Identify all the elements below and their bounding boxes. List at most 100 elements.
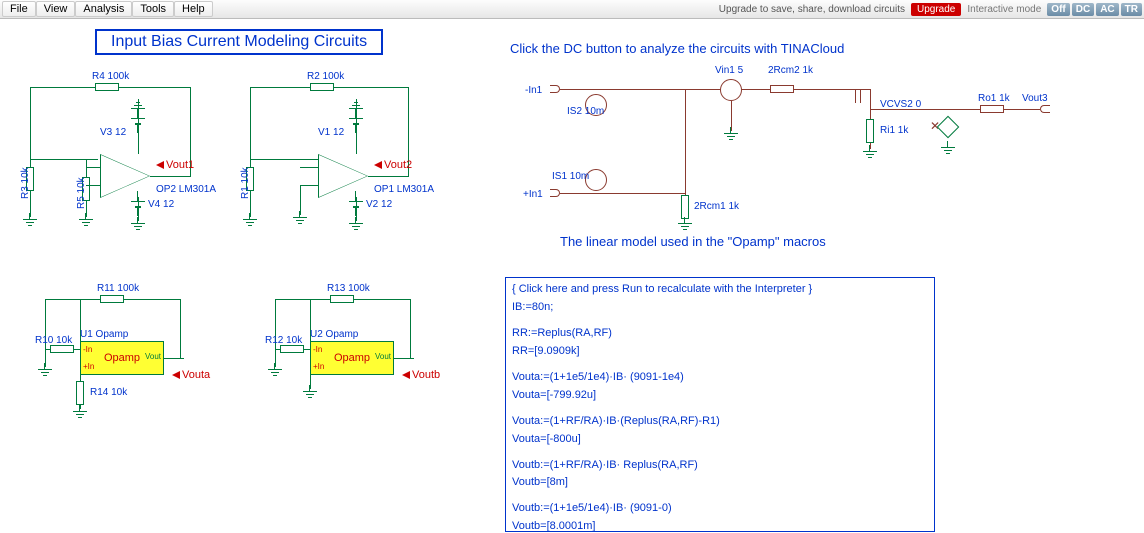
menu-file[interactable]: File — [2, 1, 36, 17]
label-in-pos: +In1 — [523, 189, 543, 200]
probe-vouta[interactable]: Vouta — [172, 369, 210, 381]
resistor-r10[interactable] — [50, 345, 74, 353]
schematic-canvas[interactable]: Input Bias Current Modeling Circuits Cli… — [0, 19, 1144, 533]
label-vout3: Vout3 — [1022, 93, 1048, 104]
mode-tr-button[interactable]: TR — [1121, 3, 1142, 16]
ground-icon — [23, 219, 37, 229]
label-ri1: Ri1 1k — [880, 125, 908, 136]
ground-icon — [268, 369, 282, 379]
label-r4: R4 100k — [92, 71, 129, 82]
label-r12: R12 10k — [265, 335, 302, 346]
menu-help[interactable]: Help — [174, 1, 213, 17]
interactive-mode-label: Interactive mode — [967, 4, 1041, 15]
ground-icon — [349, 99, 363, 109]
resistor-2rcm1[interactable] — [681, 195, 689, 219]
resistor-r12[interactable] — [280, 345, 304, 353]
label-2rcm2: 2Rcm2 1k — [768, 65, 813, 76]
port-in-neg[interactable] — [550, 85, 560, 93]
label-is2: IS2 10m — [567, 106, 604, 117]
label-r11: R11 100k — [97, 283, 139, 294]
resistor-2rcm2[interactable] — [770, 85, 794, 93]
subtitle-dc: Click the DC button to analyze the circu… — [510, 41, 844, 56]
label-op2: OP2 LM301A — [156, 184, 216, 195]
interp-line: Vouta:=(1+RF/RA)·IB·(Replus(RA,RF)-R1) — [512, 414, 928, 430]
interp-line: Vouta=[-799.92u] — [512, 388, 928, 404]
label-op1: OP1 LM301A — [374, 184, 434, 195]
interp-line: Voutb=[8.0001m] — [512, 519, 928, 532]
opamp-op2[interactable] — [100, 154, 150, 198]
resistor-ri1[interactable] — [866, 119, 874, 143]
ground-icon — [349, 223, 363, 233]
mode-off-button[interactable]: Off — [1047, 3, 1069, 16]
ground-icon — [131, 223, 145, 233]
label-v4: V4 12 — [148, 199, 174, 210]
vcvs-diamond[interactable] — [937, 116, 960, 139]
pin-vout: Vout — [375, 352, 391, 361]
label-u1: U1 Opamp — [80, 329, 128, 340]
resistor-r14[interactable] — [76, 381, 84, 405]
mode-ac-button[interactable]: AC — [1096, 3, 1118, 16]
macro-u1-opamp[interactable]: -In +In Opamp Vout — [80, 341, 164, 375]
resistor-r11[interactable] — [100, 295, 124, 303]
port-vout3[interactable] — [1040, 105, 1050, 113]
interpreter-box[interactable]: { Click here and press Run to recalculat… — [505, 277, 935, 532]
menu-view[interactable]: View — [36, 1, 76, 17]
title-box: Input Bias Current Modeling Circuits — [95, 29, 383, 55]
interp-line: Voutb:=(1+1e5/1e4)·IB· (9091-0) — [512, 501, 928, 517]
pin-minus-in: -In — [313, 345, 322, 354]
resistor-ro1[interactable] — [980, 105, 1004, 113]
opamp-op1[interactable] — [318, 154, 368, 198]
label-in-neg: -In1 — [525, 85, 542, 96]
label-r13: R13 100k — [327, 283, 370, 294]
pin-plus-in: +In — [313, 362, 324, 371]
ground-icon — [243, 219, 257, 229]
label-v3: V3 12 — [100, 127, 126, 138]
label-r1: R1 10k — [240, 167, 251, 199]
vsource-v3[interactable] — [131, 114, 145, 132]
resistor-r2[interactable] — [310, 83, 334, 91]
ground-icon — [131, 99, 145, 109]
interp-line: RR:=Replus(RA,RF) — [512, 326, 928, 342]
probe-vout1[interactable]: Vout1 — [156, 159, 194, 171]
menu-analysis[interactable]: Analysis — [75, 1, 132, 17]
probe-vout2[interactable]: Vout2 — [374, 159, 412, 171]
mode-dc-button[interactable]: DC — [1072, 3, 1094, 16]
pin-vout: Vout — [145, 352, 161, 361]
port-in-pos[interactable] — [550, 189, 560, 197]
pin-plus-in: +In — [83, 362, 94, 371]
label-u2: U2 Opamp — [310, 329, 358, 340]
upgrade-message: Upgrade to save, share, download circuit… — [719, 4, 905, 15]
label-v2: V2 12 — [366, 199, 392, 210]
macro-u2-opamp[interactable]: -In +In Opamp Vout — [310, 341, 394, 375]
interp-line: Vouta=[-800u] — [512, 432, 928, 448]
menu-tools[interactable]: Tools — [132, 1, 174, 17]
ground-icon — [724, 133, 738, 143]
menu-bar: File View Analysis Tools Help Upgrade to… — [0, 0, 1144, 19]
label-r10: R10 10k — [35, 335, 72, 346]
label-v1: V1 12 — [318, 127, 344, 138]
vsource-v4[interactable] — [131, 197, 145, 215]
macro-label: Opamp — [104, 352, 140, 364]
pin-minus-in: -In — [83, 345, 92, 354]
probe-voutb[interactable]: Voutb — [402, 369, 440, 381]
label-r14: R14 10k — [90, 387, 127, 398]
ground-icon — [303, 391, 317, 401]
label-r5: R5 10k — [76, 177, 87, 209]
subtitle-linear-model: The linear model used in the "Opamp" mac… — [560, 234, 826, 249]
resistor-r13[interactable] — [330, 295, 354, 303]
ground-icon — [863, 151, 877, 161]
vsource-v2[interactable] — [349, 197, 363, 215]
resistor-r4[interactable] — [95, 83, 119, 91]
label-vin1: Vin1 5 — [715, 65, 743, 76]
interp-line: IB:=80n; — [512, 300, 928, 316]
vsource-v1[interactable] — [349, 114, 363, 132]
page-title: Input Bias Current Modeling Circuits — [111, 33, 367, 50]
upgrade-button[interactable]: Upgrade — [911, 3, 961, 16]
interp-line: { Click here and press Run to recalculat… — [512, 282, 928, 298]
interp-line: RR=[9.0909k] — [512, 344, 928, 360]
label-2rcm1: 2Rcm1 1k — [694, 201, 739, 212]
ground-icon — [941, 147, 955, 157]
interp-line: Vouta:=(1+1e5/1e4)·IB· (9091-1e4) — [512, 370, 928, 386]
ground-icon — [293, 217, 307, 227]
vsource-vin1[interactable] — [720, 79, 742, 101]
